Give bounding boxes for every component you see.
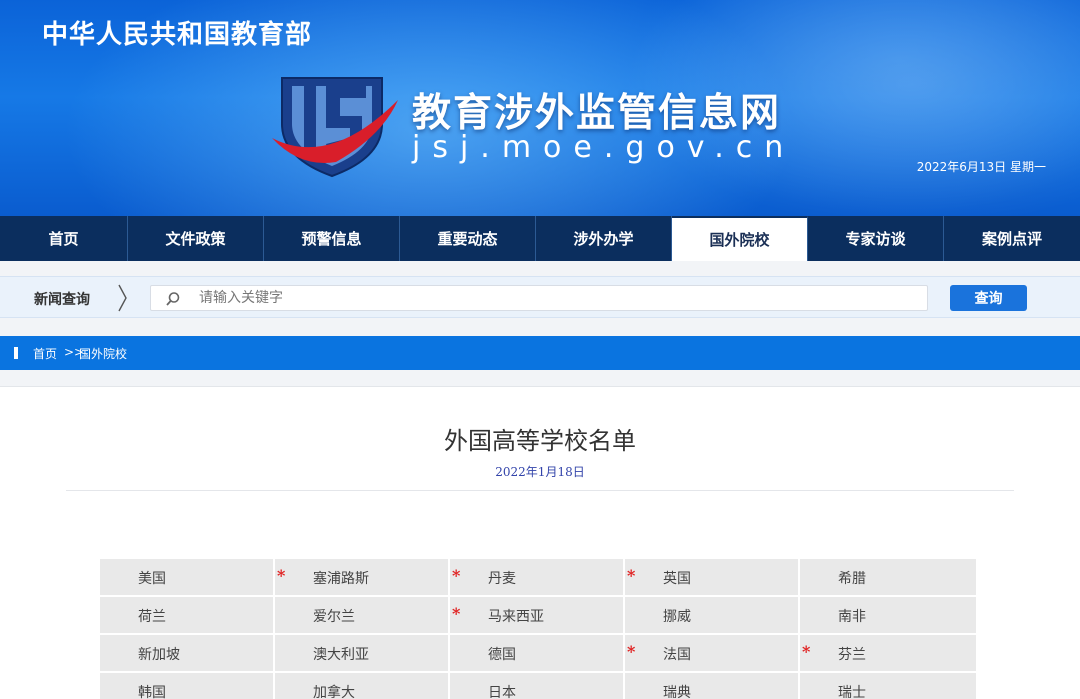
country-cell[interactable]: * 马来西亚 bbox=[450, 597, 625, 633]
breadcrumb-marker bbox=[14, 347, 18, 359]
country-cell[interactable]: 韩国 bbox=[100, 673, 275, 699]
asterisk-icon: * bbox=[627, 642, 636, 661]
country-cell[interactable]: 澳大利亚 bbox=[275, 635, 450, 671]
asterisk-icon: * bbox=[802, 642, 811, 661]
country-name: 瑞士 bbox=[838, 685, 866, 699]
asterisk-icon: * bbox=[452, 566, 461, 585]
article-date: 2022年1月18日 bbox=[495, 465, 585, 479]
nav-item-case-review[interactable]: 案例点评 bbox=[944, 216, 1080, 261]
ministry-name[interactable]: 中华人民共和国教育部 bbox=[42, 14, 312, 51]
breadcrumb-current-link[interactable]: 国外院校 bbox=[79, 345, 127, 362]
site-logo-icon[interactable] bbox=[270, 72, 400, 182]
country-name: 法国 bbox=[663, 647, 691, 663]
asterisk-icon: * bbox=[627, 566, 636, 585]
title-divider bbox=[66, 490, 1014, 491]
country-name: 荷兰 bbox=[138, 609, 166, 625]
article-title: 外国高等学校名单 bbox=[444, 427, 636, 455]
nav-item-news[interactable]: 重要动态 bbox=[400, 216, 536, 261]
country-cell[interactable]: 挪威 bbox=[625, 597, 800, 633]
country-cell[interactable]: 日本 bbox=[450, 673, 625, 699]
search-input[interactable] bbox=[199, 288, 919, 308]
country-name: 加拿大 bbox=[313, 685, 355, 699]
country-name: 南非 bbox=[838, 609, 866, 625]
country-name: 新加坡 bbox=[138, 647, 180, 663]
search-button[interactable]: 查询 bbox=[950, 285, 1027, 311]
country-cell[interactable]: 加拿大 bbox=[275, 673, 450, 699]
news-search-bar: 新闻查询 查询 bbox=[0, 276, 1080, 318]
country-cell[interactable]: * 塞浦路斯 bbox=[275, 559, 450, 595]
search-label: 新闻查询 bbox=[34, 292, 90, 308]
site-header: 中华人民共和国教育部 教育涉外监管信息网 jsj.moe.gov.cn 2022… bbox=[0, 0, 1080, 216]
country-name: 瑞典 bbox=[663, 685, 691, 699]
country-cell[interactable]: 新加坡 bbox=[100, 635, 275, 671]
site-domain: jsj.moe.gov.cn bbox=[412, 130, 796, 165]
nav-item-foreign-institutions[interactable]: 国外院校 bbox=[672, 216, 808, 261]
country-name: 韩国 bbox=[138, 685, 166, 699]
country-name: 塞浦路斯 bbox=[313, 571, 369, 587]
country-cell[interactable]: 爱尔兰 bbox=[275, 597, 450, 633]
breadcrumb-home-link[interactable]: 首页 bbox=[33, 345, 57, 362]
country-cell[interactable]: * 法国 bbox=[625, 635, 800, 671]
country-cell[interactable]: * 芬兰 bbox=[800, 635, 976, 671]
country-cell[interactable]: * 丹麦 bbox=[450, 559, 625, 595]
country-name: 丹麦 bbox=[488, 571, 516, 587]
country-name: 爱尔兰 bbox=[313, 609, 355, 625]
nav-item-home[interactable]: 首页 bbox=[0, 216, 128, 261]
country-name: 日本 bbox=[488, 685, 516, 699]
article-panel: 外国高等学校名单 2022年1月18日 美国 * 塞浦路斯 * 丹麦 * 英国 希腊荷兰 爱尔兰… bbox=[0, 386, 1080, 699]
nav-item-policy[interactable]: 文件政策 bbox=[128, 216, 264, 261]
nav-item-expert-interview[interactable]: 专家访谈 bbox=[808, 216, 944, 261]
main-nav: 首页 文件政策 预警信息 重要动态 涉外办学 国外院校 专家访谈 案例点评 bbox=[0, 216, 1080, 261]
country-cell[interactable]: 希腊 bbox=[800, 559, 976, 595]
country-cell[interactable]: 瑞典 bbox=[625, 673, 800, 699]
country-name: 马来西亚 bbox=[488, 609, 544, 625]
current-date: 2022年6月13日 星期一 bbox=[916, 160, 1046, 174]
search-box bbox=[150, 285, 928, 311]
country-cell[interactable]: 德国 bbox=[450, 635, 625, 671]
chevron-right-icon bbox=[118, 284, 127, 312]
country-grid: 美国 * 塞浦路斯 * 丹麦 * 英国 希腊荷兰 爱尔兰 * 马来西亚 挪威 南非新加坡 澳大利亚 德国 * 法… bbox=[100, 559, 976, 699]
nav-item-warning[interactable]: 预警信息 bbox=[264, 216, 400, 261]
asterisk-icon: * bbox=[277, 566, 286, 585]
country-cell[interactable]: 美国 bbox=[100, 559, 275, 595]
country-cell[interactable]: * 英国 bbox=[625, 559, 800, 595]
country-name: 芬兰 bbox=[838, 647, 866, 663]
country-name: 美国 bbox=[138, 571, 166, 587]
country-cell[interactable]: 瑞士 bbox=[800, 673, 976, 699]
country-cell[interactable]: 南非 bbox=[800, 597, 976, 633]
breadcrumb: 首页 >> 国外院校 bbox=[0, 336, 1080, 370]
country-name: 澳大利亚 bbox=[313, 647, 369, 663]
country-name: 英国 bbox=[663, 571, 691, 587]
country-name: 希腊 bbox=[838, 571, 866, 587]
country-name: 德国 bbox=[488, 647, 516, 663]
country-cell[interactable]: 荷兰 bbox=[100, 597, 275, 633]
search-icon bbox=[166, 292, 180, 306]
country-name: 挪威 bbox=[663, 609, 691, 625]
asterisk-icon: * bbox=[452, 604, 461, 623]
nav-item-foreign-schools-cooperation[interactable]: 涉外办学 bbox=[536, 216, 672, 261]
